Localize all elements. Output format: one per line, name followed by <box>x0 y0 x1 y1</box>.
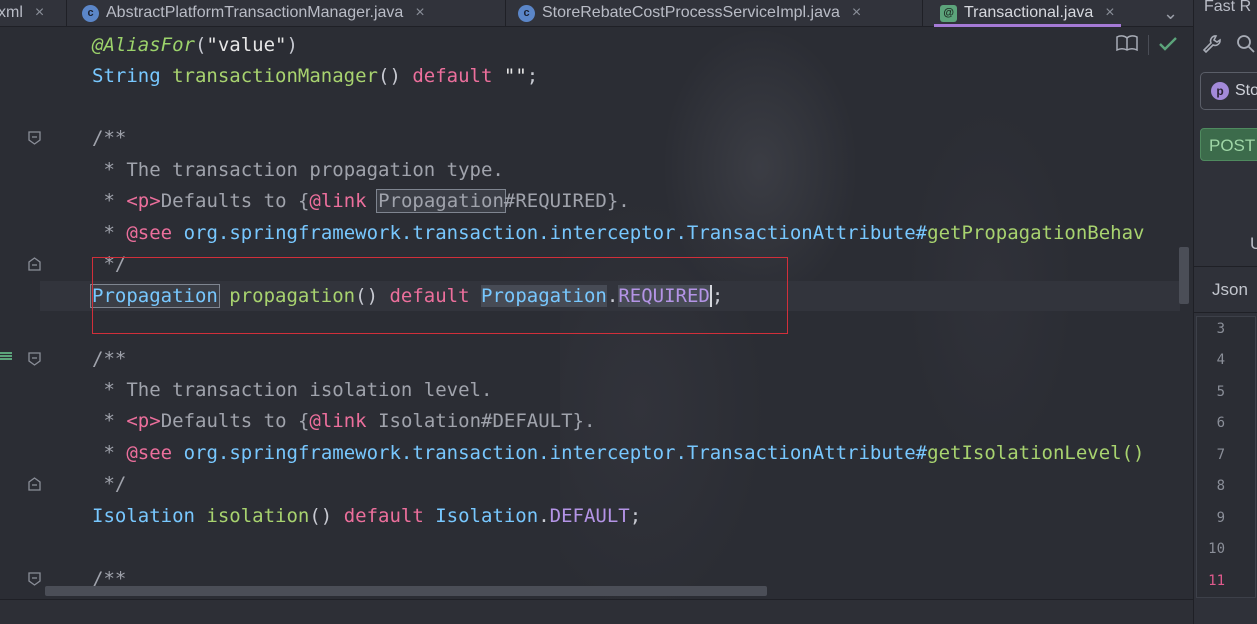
code-line[interactable]: * The transaction isolation level. <box>92 375 492 405</box>
code-line[interactable]: Propagation propagation() default Propag… <box>90 281 724 311</box>
chevron-down-icon[interactable]: ⌄ <box>1163 3 1178 24</box>
wrench-icon[interactable] <box>1202 34 1222 58</box>
class-icon: c <box>518 4 535 22</box>
line-number: 4 <box>1216 352 1225 368</box>
editor-gutter <box>0 27 62 599</box>
code-line[interactable]: * @see org.springframework.transaction.i… <box>92 218 1144 248</box>
implementation-marker-icon[interactable] <box>0 351 12 361</box>
project-selector-label: Sto <box>1235 82 1257 99</box>
line-number: 6 <box>1216 415 1225 431</box>
code-line[interactable]: */ <box>92 249 126 279</box>
json-editor-gutter[interactable]: 3 4 5 6 7 8 9 10 11 <box>1196 316 1256 598</box>
divider <box>1148 35 1149 55</box>
horizontal-scrollbar[interactable] <box>45 586 1185 596</box>
tab-label: StoreRebateCostProcessServiceImpl.java <box>542 4 840 21</box>
horizontal-scrollbar-thumb[interactable] <box>45 586 767 596</box>
tab-label: xml <box>0 4 23 21</box>
panel-toolbar <box>1202 34 1256 58</box>
tab-divider <box>922 0 923 26</box>
panel-title: Fast R <box>1204 0 1252 15</box>
close-icon[interactable]: × <box>415 4 424 22</box>
tab-abstract-platform-transaction-manager[interactable]: c AbstractPlatformTransactionManager.jav… <box>82 0 425 26</box>
code-line[interactable]: /** <box>92 344 126 374</box>
tab-label: Transactional.java <box>964 4 1094 21</box>
code-line[interactable]: Isolation isolation() default Isolation.… <box>92 501 641 531</box>
code-line[interactable]: @AliasFor("value") <box>92 30 298 60</box>
vertical-scrollbar-thumb[interactable] <box>1179 247 1189 304</box>
tab-json[interactable]: Json <box>1212 280 1248 300</box>
line-number: 7 <box>1216 447 1225 463</box>
tab-label: AbstractPlatformTransactionManager.java <box>106 4 404 21</box>
close-icon[interactable]: × <box>35 4 44 22</box>
code-editor[interactable]: @AliasFor("value") String transactionMan… <box>0 27 1193 599</box>
fold-icon[interactable] <box>28 352 41 366</box>
code-line[interactable]: * <p>Defaults to {@link Isolation#DEFAUL… <box>92 406 595 436</box>
status-bar <box>0 599 1193 624</box>
line-number: 9 <box>1216 510 1225 526</box>
close-icon[interactable]: × <box>1105 4 1114 22</box>
tab-divider <box>66 0 67 26</box>
code-line[interactable]: /** <box>92 123 126 153</box>
code-line[interactable]: * The transaction propagation type. <box>92 155 503 185</box>
fold-icon[interactable] <box>28 257 41 271</box>
class-icon: c <box>82 4 99 22</box>
url-label: U <box>1250 234 1257 254</box>
fast-request-panel: Fast R p Sto POST U Json 3 4 5 6 7 8 9 1… <box>1193 0 1257 624</box>
profile-icon: p <box>1211 82 1229 100</box>
line-number: 3 <box>1216 321 1225 337</box>
background-wallpaper <box>560 27 1193 599</box>
code-line[interactable]: */ <box>92 469 126 499</box>
tab-xml[interactable]: xml × <box>0 0 44 26</box>
fold-icon[interactable] <box>28 477 41 491</box>
line-number: 8 <box>1216 478 1225 494</box>
code-line[interactable]: * @see org.springframework.transaction.i… <box>92 438 1144 468</box>
divider <box>1194 312 1257 313</box>
tab-transactional[interactable]: @ Transactional.java × <box>934 0 1121 27</box>
editor-inspection-widget <box>1116 35 1177 55</box>
divider <box>1194 266 1257 267</box>
editor-tab-bar: xml × c AbstractPlatformTransactionManag… <box>0 0 1193 27</box>
http-method-select[interactable]: POST <box>1200 128 1257 161</box>
checkmark-icon[interactable] <box>1159 36 1177 55</box>
search-icon[interactable] <box>1236 34 1256 58</box>
line-number: 5 <box>1216 384 1225 400</box>
tab-overflow-button[interactable]: ⌄ <box>1163 0 1178 26</box>
code-line[interactable]: * <p>Defaults to {@link Propagation#REQU… <box>92 186 630 216</box>
tab-store-rebate-cost-process-service-impl[interactable]: c StoreRebateCostProcessServiceImpl.java… <box>518 0 861 26</box>
tab-divider <box>505 0 506 26</box>
line-number: 10 <box>1208 541 1225 557</box>
project-selector[interactable]: p Sto <box>1200 72 1257 110</box>
line-number-current: 11 <box>1208 573 1225 589</box>
book-icon[interactable] <box>1116 35 1138 55</box>
code-line[interactable]: String transactionManager() default ""; <box>92 61 538 91</box>
close-icon[interactable]: × <box>852 4 861 22</box>
fold-icon[interactable] <box>28 131 41 145</box>
fold-icon[interactable] <box>28 572 41 586</box>
annotation-icon: @ <box>940 4 957 22</box>
